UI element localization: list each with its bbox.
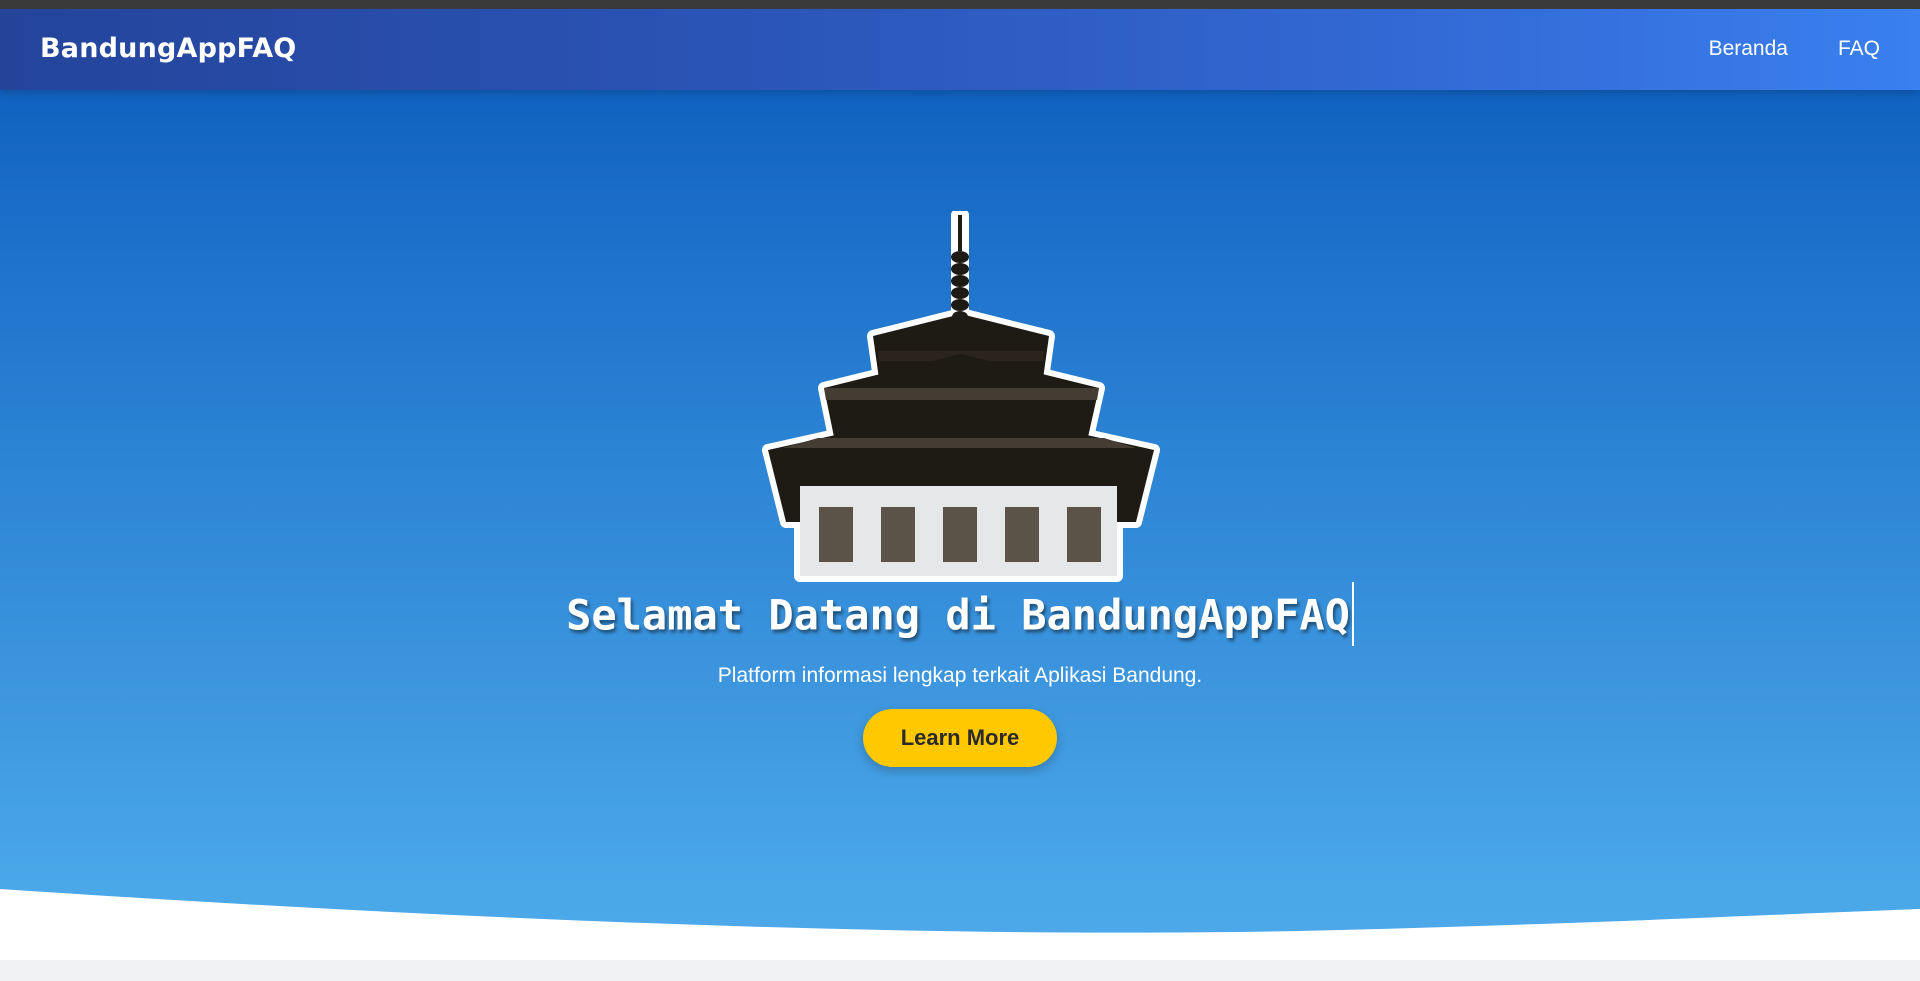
nav-link-faq[interactable]: FAQ <box>1838 37 1880 61</box>
typing-caret <box>1351 582 1354 646</box>
browser-top-strip <box>0 0 1920 9</box>
hero-subtitle: Platform informasi lengkap terkait Aplik… <box>717 664 1203 687</box>
navbar: BandungAppFAQ Beranda FAQ <box>0 9 1920 90</box>
gedung-sate-icon <box>762 211 1160 582</box>
brand-logo-link[interactable]: BandungAppFAQ <box>40 33 296 64</box>
nav-links: Beranda FAQ <box>1709 37 1880 61</box>
next-section-edge <box>0 960 1920 981</box>
nav-link-beranda[interactable]: Beranda <box>1709 37 1788 61</box>
learn-more-button[interactable]: Learn More <box>863 709 1057 767</box>
hero-title-text: Selamat Datang di BandungAppFAQ <box>566 590 1350 640</box>
hero-title: Selamat Datang di BandungAppFAQ <box>0 582 1920 646</box>
page: BandungAppFAQ Beranda FAQ Selamat Datang… <box>0 9 1920 981</box>
hero-section: BandungAppFAQ Beranda FAQ Selamat Datang… <box>0 9 1920 981</box>
